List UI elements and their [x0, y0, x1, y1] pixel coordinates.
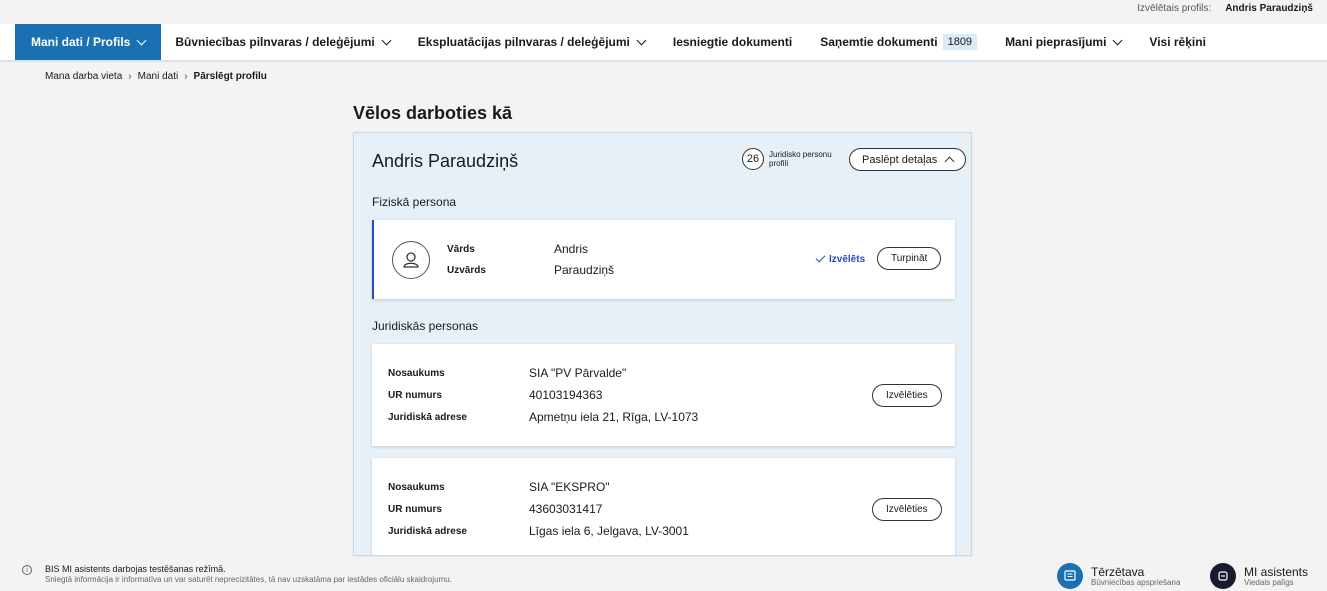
company-address-label: Juridiskā adrese — [388, 526, 467, 537]
count-circle: 26 — [742, 148, 764, 170]
nav-operation-authorizations[interactable]: Ekspluatācijas pilnvaras / deleģējumi — [404, 24, 659, 60]
profile-bar: Izvēlētais profils: Andris Paraudziņš — [0, 0, 1327, 17]
nav-construction-authorizations[interactable]: Būvniecības pilnvaras / deleģējumi — [161, 24, 403, 60]
nav-label: Visi rēķini — [1149, 35, 1206, 49]
nav-my-requests[interactable]: Mani pieprasījumi — [991, 24, 1135, 60]
chevron-down-icon — [636, 35, 647, 45]
count-badge: 1809 — [942, 34, 978, 50]
breadcrumb-current: Pārslēgt profilu — [193, 71, 267, 82]
page-title: Vēlos darboties kā — [353, 103, 513, 123]
company-address-label: Juridiskā adrese — [388, 412, 467, 423]
check-icon — [815, 252, 826, 263]
nav-all-invoices[interactable]: Visi rēķini — [1135, 24, 1219, 60]
selected-label: Izvēlēts — [829, 254, 866, 265]
physical-person-card: Vārds Andris Uzvārds Paraudziņš Izvēlēts… — [372, 220, 955, 299]
last-name-label: Uzvārds — [447, 265, 486, 276]
profile-name: Andris Paraudziņš — [1225, 3, 1313, 14]
chevron-right-icon: › — [128, 71, 132, 82]
company-reg-label: UR numurs — [388, 504, 442, 515]
company-reg-value: 43603031417 — [529, 502, 603, 516]
first-name-value: Andris — [554, 242, 589, 256]
company-address-value: Līgas iela 6, Jelgava, LV-3001 — [529, 524, 689, 538]
chat-icon — [1057, 563, 1083, 589]
company-name-value: SIA "EKSPRO" — [529, 480, 610, 494]
company-name-label: Nosaukums — [388, 368, 445, 379]
nav-label: Ekspluatācijas pilnvaras / deleģējumi — [417, 35, 630, 49]
nav-label: Būvniecības pilnvaras / deleģējumi — [175, 35, 375, 49]
profile-label: Izvēlētais profils: — [1137, 3, 1212, 14]
footer: i BIS MI asistents darbojas testēšanas r… — [0, 557, 1327, 591]
first-name-label: Vārds — [447, 244, 475, 255]
ai-test-notice: BIS MI asistents darbojas testēšanas rež… — [45, 564, 226, 574]
breadcrumb-my-data[interactable]: Mani dati — [138, 71, 179, 82]
ai-assistant-subtitle: Viedais palīgs — [1244, 577, 1294, 587]
chevron-up-icon — [944, 156, 955, 167]
company-name-label: Nosaukums — [388, 482, 445, 493]
hide-details-button[interactable]: Paslēpt detaļas — [849, 148, 967, 171]
legal-persons-label: Juridiskās personas — [372, 319, 479, 333]
chevron-down-icon — [1112, 35, 1123, 45]
nav-label: Mani dati / Profils — [31, 35, 131, 49]
chevron-down-icon — [381, 35, 392, 45]
chevron-right-icon: › — [184, 71, 188, 82]
ai-disclaimer: Sniegtā informācija ir informatīva un va… — [45, 575, 452, 584]
company-reg-value: 40103194363 — [529, 388, 603, 402]
person-icon — [392, 241, 430, 279]
chat-title: Tērzētava — [1091, 564, 1145, 579]
info-icon: i — [22, 565, 32, 575]
chevron-down-icon — [136, 35, 147, 45]
select-company-button[interactable]: Izvēlēties — [872, 498, 942, 521]
nav-label: Mani pieprasījumi — [1005, 35, 1107, 49]
ai-assistant-button[interactable]: MI asistents Viedais palīgs — [1210, 563, 1308, 589]
company-card: Nosaukums SIA "PV Pārvalde" UR numurs 40… — [372, 344, 955, 446]
nav-profile[interactable]: Mani dati / Profils — [15, 24, 162, 60]
nav-label: Saņemtie dokumenti — [820, 35, 938, 49]
select-company-button[interactable]: Izvēlēties — [872, 384, 942, 407]
chat-button[interactable]: Tērzētava Būvniecības apspriešana — [1057, 563, 1180, 589]
physical-person-label: Fiziskā persona — [372, 195, 457, 209]
nav-label: Iesniegtie dokumenti — [672, 35, 793, 49]
company-reg-label: UR numurs — [388, 390, 442, 401]
breadcrumb: Mana darba vieta › Mani dati › Pārslēgt … — [45, 71, 267, 82]
ai-assistant-title: MI asistents — [1244, 564, 1309, 579]
chat-subtitle: Būvniecības apspriešana — [1091, 577, 1181, 587]
count-label: Juridisko personu profili — [769, 150, 832, 168]
robot-icon — [1210, 563, 1236, 589]
company-name-value: SIA "PV Pārvalde" — [529, 366, 627, 380]
company-address-value: Apmetņu iela 21, Rīga, LV-1073 — [529, 410, 699, 424]
profile-panel: Andris Paraudziņš 26 Juridisko personu p… — [353, 132, 972, 556]
main-nav: Mani dati / Profils Būvniecības pilnvara… — [0, 24, 1327, 62]
panel-owner-name: Andris Paraudziņš — [372, 151, 519, 171]
hide-details-label: Paslēpt detaļas — [862, 153, 938, 166]
nav-received-documents[interactable]: Saņemtie dokumenti 1809 — [806, 24, 991, 60]
nav-submitted-documents[interactable]: Iesniegtie dokumenti — [659, 24, 806, 60]
legal-profiles-count: 26 Juridisko personu profili — [742, 148, 841, 170]
continue-button[interactable]: Turpināt — [877, 247, 942, 270]
breadcrumb-workplace[interactable]: Mana darba vieta — [45, 71, 122, 82]
last-name-value: Paraudziņš — [554, 263, 615, 277]
selected-indicator: Izvēlēts — [815, 252, 866, 265]
company-card: Nosaukums SIA "EKSPRO" UR numurs 4360303… — [372, 458, 955, 555]
